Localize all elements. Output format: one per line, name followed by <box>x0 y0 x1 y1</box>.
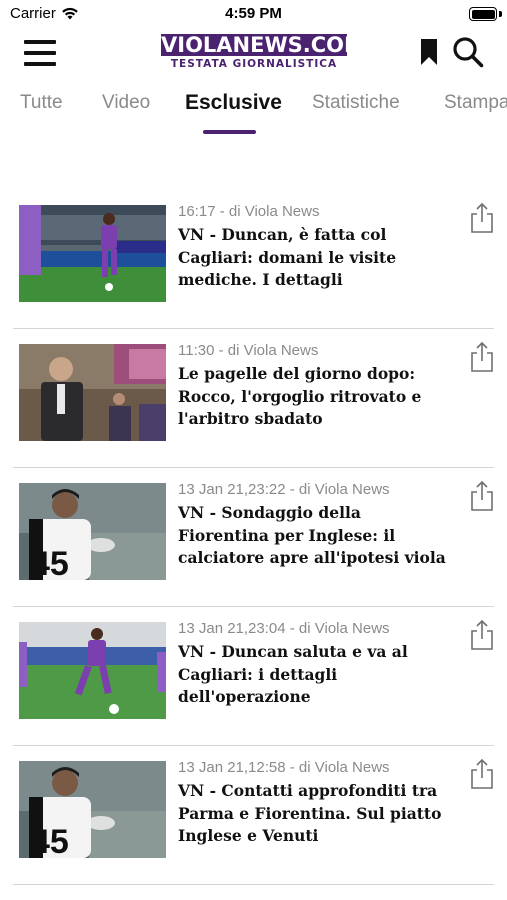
article-thumbnail[interactable]: 45 <box>19 761 166 858</box>
article-meta: 13 Jan 21,12:58 - di Viola News <box>178 759 390 776</box>
article-list: 16:17 - di Viola News VN - Duncan, è fat… <box>0 190 507 885</box>
logo-tagline: TESTATA GIORNALISTICA <box>170 58 338 70</box>
bookmark-icon[interactable] <box>420 38 438 66</box>
tab-esclusive[interactable]: Esclusive <box>185 92 282 115</box>
svg-text:45: 45 <box>31 545 69 580</box>
article-item[interactable]: 45 13 Jan 21,23:22 - di Viola News VN - … <box>0 468 507 607</box>
hamburger-menu-icon[interactable] <box>24 40 56 66</box>
article-item[interactable]: 16:17 - di Viola News VN - Duncan, è fat… <box>0 190 507 329</box>
nav-bar: VIOLANEWS.COM TESTATA GIORNALISTICA <box>0 30 507 80</box>
logo-main-text: VIOLANEWS.COM <box>161 33 365 57</box>
tab-tutte[interactable]: Tutte <box>20 92 63 114</box>
battery-icon <box>469 7 497 21</box>
article-meta: 13 Jan 21,23:22 - di Viola News <box>178 481 390 498</box>
article-thumbnail[interactable] <box>19 344 166 441</box>
share-icon[interactable] <box>469 758 495 790</box>
article-meta: 16:17 - di Viola News <box>178 203 320 220</box>
status-time: 4:59 PM <box>225 5 282 22</box>
article-thumbnail[interactable]: 45 <box>19 483 166 580</box>
status-bar: Carrier 4:59 PM <box>0 0 507 30</box>
article-thumbnail[interactable] <box>19 622 166 719</box>
category-tabs: Tutte Video Esclusive Statistiche Stampa <box>0 92 507 137</box>
tab-stampa[interactable]: Stampa <box>444 92 507 114</box>
article-title[interactable]: VN - Duncan, è fatta col Cagliari: doman… <box>178 224 448 292</box>
site-logo[interactable]: VIOLANEWS.COM TESTATA GIORNALISTICA <box>161 33 365 72</box>
search-icon[interactable] <box>452 36 484 68</box>
share-icon[interactable] <box>469 480 495 512</box>
article-item[interactable]: 13 Jan 21,23:04 - di Viola News VN - Dun… <box>0 607 507 746</box>
article-title[interactable]: Le pagelle del giorno dopo: Rocco, l'org… <box>178 363 448 431</box>
article-meta: 11:30 - di Viola News <box>178 342 319 359</box>
article-thumbnail[interactable] <box>19 205 166 302</box>
article-title[interactable]: VN - Sondaggio della Fiorentina per Ingl… <box>178 502 448 570</box>
share-icon[interactable] <box>469 202 495 234</box>
article-item[interactable]: 45 13 Jan 21,12:58 - di Viola News VN - … <box>0 746 507 885</box>
article-title[interactable]: VN - Duncan saluta e va al Cagliari: i d… <box>178 641 448 709</box>
divider <box>13 884 494 885</box>
svg-text:45: 45 <box>31 823 69 858</box>
share-icon[interactable] <box>469 341 495 373</box>
share-icon[interactable] <box>469 619 495 651</box>
active-tab-indicator <box>203 130 256 134</box>
tab-statistiche[interactable]: Statistiche <box>312 92 400 114</box>
article-item[interactable]: 11:30 - di Viola News Le pagelle del gio… <box>0 329 507 468</box>
article-meta: 13 Jan 21,23:04 - di Viola News <box>178 620 390 637</box>
tab-video[interactable]: Video <box>102 92 150 114</box>
article-title[interactable]: VN - Contatti approfonditi tra Parma e F… <box>178 780 448 848</box>
